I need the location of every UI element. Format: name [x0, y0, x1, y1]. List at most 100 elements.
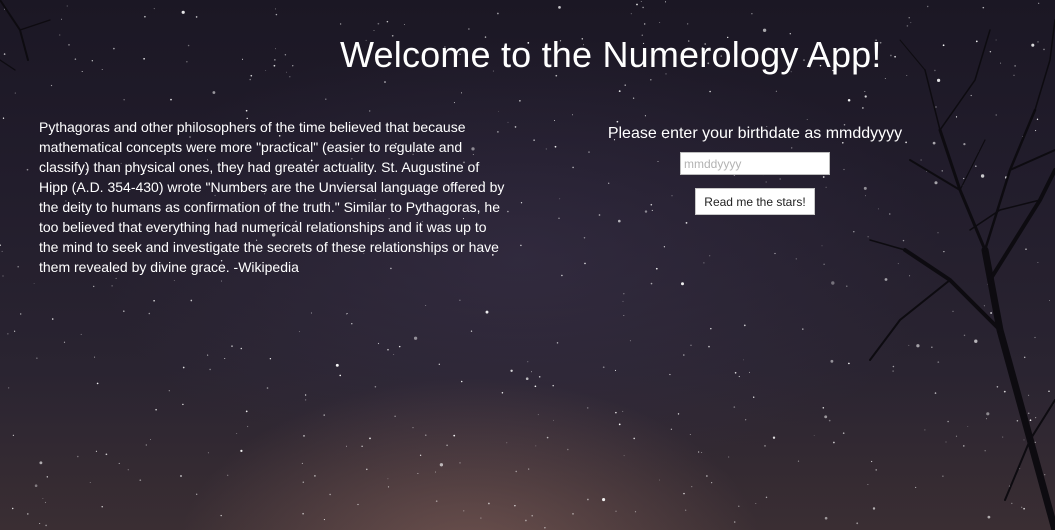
star — [990, 312, 992, 314]
star — [435, 500, 438, 502]
star — [916, 344, 920, 348]
star — [514, 126, 517, 128]
star — [93, 285, 95, 288]
star — [984, 450, 986, 452]
star — [738, 375, 740, 378]
star — [1038, 2, 1040, 4]
star — [346, 313, 348, 315]
star — [1000, 62, 1002, 64]
star — [241, 58, 244, 60]
star — [708, 345, 710, 348]
star — [537, 414, 539, 416]
star — [942, 44, 945, 47]
star — [1025, 248, 1027, 250]
star — [618, 219, 621, 223]
star — [650, 78, 652, 81]
star — [546, 436, 549, 439]
star — [68, 44, 70, 46]
star — [498, 111, 499, 112]
star — [36, 357, 38, 359]
star — [1014, 65, 1016, 67]
star — [7, 333, 9, 335]
star — [709, 255, 711, 257]
star — [813, 435, 815, 436]
star — [453, 102, 455, 104]
star — [624, 84, 626, 86]
star — [733, 521, 736, 523]
star — [284, 54, 287, 56]
star — [632, 97, 635, 99]
star — [642, 6, 644, 9]
star — [623, 293, 625, 295]
star — [926, 5, 929, 8]
star — [14, 330, 16, 332]
star — [823, 263, 825, 265]
star — [932, 141, 936, 145]
read-stars-button[interactable]: Read me the stars! — [695, 188, 815, 215]
star — [963, 142, 966, 146]
star — [970, 94, 972, 97]
star — [289, 76, 291, 78]
star — [335, 363, 339, 367]
star — [772, 436, 776, 439]
star — [659, 479, 660, 481]
star — [497, 12, 499, 15]
star — [20, 313, 22, 315]
star — [369, 437, 371, 440]
star — [301, 462, 303, 464]
star — [774, 252, 776, 255]
star — [554, 120, 556, 121]
star — [669, 373, 671, 376]
star — [974, 339, 978, 343]
star — [292, 65, 294, 67]
star — [1034, 441, 1036, 443]
star — [435, 471, 437, 473]
star — [425, 304, 427, 306]
star — [80, 333, 82, 335]
star — [683, 492, 685, 495]
star — [506, 442, 508, 444]
star — [101, 506, 103, 508]
star — [934, 181, 938, 185]
star — [419, 454, 422, 456]
star — [691, 486, 693, 488]
star — [920, 159, 922, 161]
star — [864, 90, 866, 93]
star — [302, 481, 305, 483]
star — [153, 8, 155, 10]
star — [822, 407, 825, 409]
star — [1048, 390, 1050, 392]
star — [853, 230, 855, 233]
star — [615, 510, 617, 512]
star — [39, 461, 43, 465]
star — [46, 476, 48, 478]
star — [115, 277, 117, 279]
star — [274, 8, 276, 10]
star — [935, 106, 937, 108]
star — [111, 285, 113, 287]
star — [892, 370, 894, 372]
star — [220, 514, 222, 517]
star — [982, 6, 985, 9]
star — [802, 328, 804, 330]
star — [366, 468, 368, 471]
birthdate-input[interactable] — [680, 152, 830, 175]
star — [266, 387, 269, 389]
star — [11, 507, 14, 510]
star — [148, 312, 151, 315]
star — [329, 493, 331, 496]
star — [17, 265, 20, 268]
star — [1028, 394, 1030, 396]
star — [403, 24, 405, 26]
star — [531, 514, 533, 517]
star — [664, 1, 667, 3]
star — [762, 28, 767, 32]
star — [1011, 502, 1013, 505]
star — [846, 285, 848, 287]
star — [231, 345, 233, 348]
star — [937, 232, 939, 234]
star — [515, 470, 517, 473]
star — [824, 415, 828, 419]
star — [302, 512, 304, 515]
star — [847, 98, 851, 102]
